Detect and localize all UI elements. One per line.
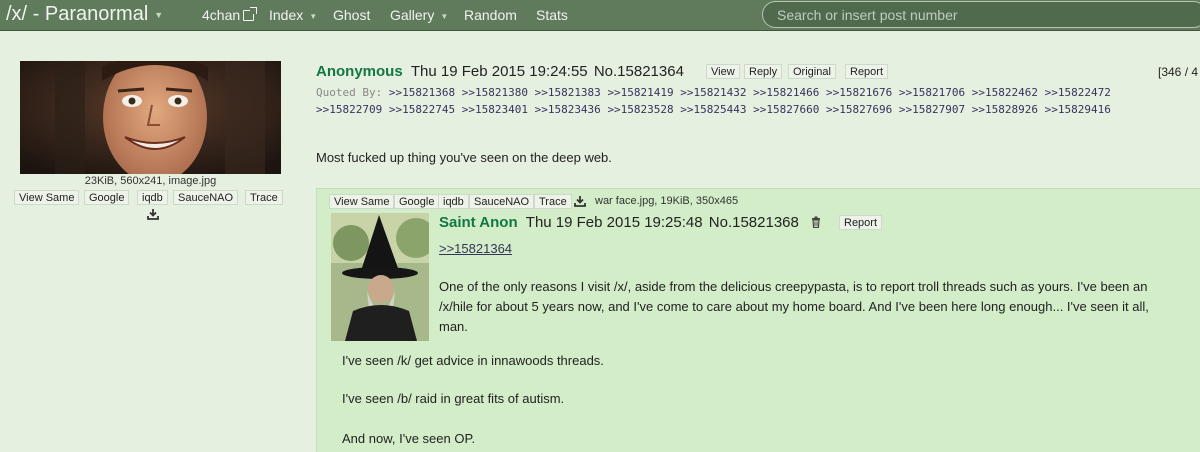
- post-date: Thu 19 Feb 2015 19:25:48: [525, 214, 703, 231]
- reply-header: Saint Anon Thu 19 Feb 2015 19:25:48 No.1…: [439, 214, 821, 231]
- original-button[interactable]: Original: [788, 64, 836, 79]
- quoted-by-label: Quoted By:: [316, 86, 383, 99]
- reply-iqdb-button[interactable]: iqdb: [438, 194, 469, 209]
- quoted-by-link[interactable]: >>15821676: [826, 86, 892, 99]
- quoted-by-link[interactable]: >>15821380: [462, 86, 528, 99]
- nav-link-4chan-label: 4chan: [202, 7, 241, 23]
- board-title-text: /x/ - Paranormal: [6, 3, 149, 25]
- reply-saucenao-button[interactable]: SauceNAO: [469, 194, 535, 209]
- quoted-by-link[interactable]: >>15821368: [389, 86, 455, 99]
- quoted-by-link[interactable]: >>15821432: [680, 86, 746, 99]
- reply-trace-button[interactable]: Trace: [534, 194, 572, 209]
- nav-link-random[interactable]: Random: [464, 7, 517, 23]
- search-input[interactable]: [777, 6, 1187, 24]
- quoted-by-link[interactable]: >>15828926: [972, 103, 1038, 116]
- chevron-down-icon[interactable]: ▼: [154, 10, 163, 20]
- quoted-by-link[interactable]: >>15823436: [535, 103, 601, 116]
- nav-link-stats-label: Stats: [536, 7, 568, 23]
- external-link-icon: [243, 7, 258, 21]
- quoted-by-link[interactable]: >>15821383: [535, 86, 601, 99]
- reply-post: View Same Google iqdb SauceNAO Trace war…: [316, 188, 1200, 452]
- op-file-meta: 23KiB, 560x241, image.jpg: [84, 175, 217, 187]
- quote-link[interactable]: >>15821364: [439, 241, 512, 256]
- nav-link-ghost-label: Ghost: [333, 7, 371, 23]
- top-nav-bar: /x/ - Paranormal ▼ 4chan Index ▼ Ghost Gal…: [0, 0, 1200, 31]
- reply-google-button[interactable]: Google: [394, 194, 440, 209]
- quoted-by-list: Quoted By: >>15821368 >>15821380 >>15821…: [316, 84, 1166, 118]
- quoted-by-link[interactable]: >>15825443: [680, 103, 746, 116]
- quoted-by-link[interactable]: >>15823528: [607, 103, 673, 116]
- nav-link-stats[interactable]: Stats: [536, 7, 568, 23]
- op-comment: Most fucked up thing you've seen on the …: [316, 150, 612, 165]
- reply-thumbnail-image[interactable]: [331, 213, 429, 341]
- quoted-by-link[interactable]: >>15829416: [1045, 103, 1111, 116]
- poster-name: Saint Anon: [439, 214, 518, 231]
- reply-line: And now, I've seen OP.: [342, 431, 476, 446]
- op-view-same-button[interactable]: View Same: [14, 190, 80, 205]
- reply-button[interactable]: Reply: [744, 64, 783, 79]
- quoted-by-link[interactable]: >>15822472: [1045, 86, 1111, 99]
- quoted-by-link[interactable]: >>15822709: [316, 103, 382, 116]
- reply-paragraph-line: man.: [439, 319, 468, 334]
- reply-report-button[interactable]: Report: [839, 215, 883, 230]
- post-number[interactable]: No.15821368: [709, 214, 799, 231]
- quoted-by-link[interactable]: >>15821466: [753, 86, 819, 99]
- reply-view-same-button[interactable]: View Same: [329, 194, 395, 209]
- reply-line: I've seen /k/ get advice in innawoods th…: [342, 353, 604, 368]
- op-google-button[interactable]: Google: [84, 190, 130, 205]
- quoted-by-link[interactable]: >>15827907: [899, 103, 965, 116]
- nav-link-index[interactable]: Index ▼: [269, 7, 317, 23]
- quoted-by-link[interactable]: >>15822462: [972, 86, 1038, 99]
- quoted-by-link[interactable]: >>15821706: [899, 86, 965, 99]
- chevron-down-icon[interactable]: ▼: [440, 12, 448, 21]
- nav-link-random-label: Random: [464, 7, 517, 23]
- page-counter: [346 / 4: [1158, 65, 1199, 79]
- op-iqdb-button[interactable]: iqdb: [137, 190, 168, 205]
- nav-link-index-label: Index: [269, 7, 304, 23]
- quoted-by-link[interactable]: >>15823401: [462, 103, 528, 116]
- nav-link-4chan[interactable]: 4chan: [202, 7, 258, 23]
- reply-file-info[interactable]: war face.jpg, 19KiB, 350x465: [595, 195, 738, 207]
- poster-name: Anonymous: [316, 63, 403, 80]
- download-icon[interactable]: [147, 208, 159, 220]
- reply-image-graphic: [331, 213, 429, 341]
- quoted-by-link[interactable]: >>15821419: [607, 86, 673, 99]
- nav-link-gallery-label: Gallery: [390, 7, 435, 23]
- nav-link-ghost[interactable]: Ghost: [333, 7, 370, 23]
- chevron-down-icon[interactable]: ▼: [309, 12, 317, 21]
- nav-link-gallery[interactable]: Gallery ▼: [390, 7, 448, 23]
- search-box: [762, 1, 1200, 28]
- quoted-by-link[interactable]: >>15827660: [753, 103, 819, 116]
- view-button[interactable]: View: [706, 64, 740, 79]
- trash-icon[interactable]: [811, 216, 821, 228]
- reply-line: I've seen /b/ raid in great fits of auti…: [342, 391, 565, 406]
- quoted-by-link[interactable]: >>15822745: [389, 103, 455, 116]
- report-button[interactable]: Report: [845, 64, 889, 79]
- quoted-by-link[interactable]: >>15827696: [826, 103, 892, 116]
- post-date: Thu 19 Feb 2015 19:24:55: [410, 63, 588, 80]
- board-title[interactable]: /x/ - Paranormal ▼: [6, 3, 163, 26]
- reply-paragraph-line: /x/hile for about 5 years now, and I've …: [439, 299, 1149, 314]
- op-post-header: Anonymous Thu 19 Feb 2015 19:24:55 No.15…: [316, 63, 684, 80]
- op-image-graphic: [20, 61, 281, 174]
- download-icon[interactable]: [574, 195, 586, 207]
- op-saucenao-button[interactable]: SauceNAO: [173, 190, 239, 205]
- reply-paragraph-line: One of the only reasons I visit /x/, asi…: [439, 279, 1148, 294]
- op-thumbnail-image[interactable]: [20, 61, 281, 174]
- op-trace-button[interactable]: Trace: [245, 190, 283, 205]
- post-number[interactable]: No.15821364: [594, 63, 684, 80]
